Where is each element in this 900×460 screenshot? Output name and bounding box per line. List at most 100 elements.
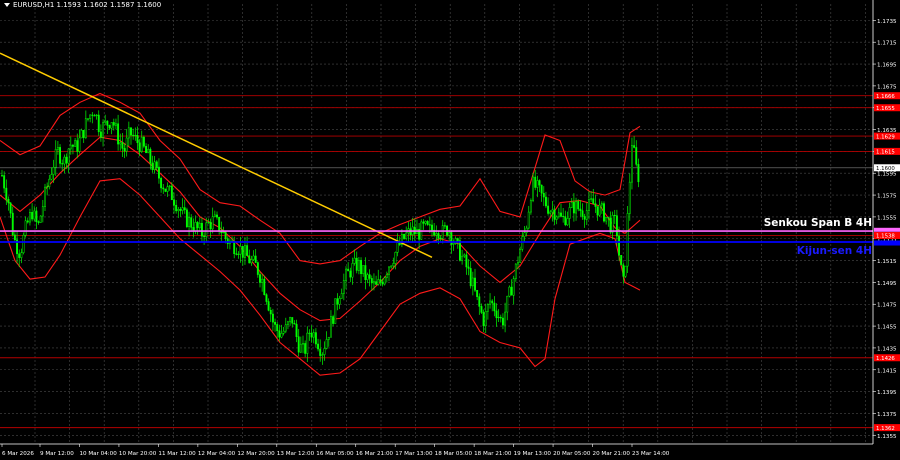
candle-body <box>609 217 612 233</box>
candle-body <box>76 140 79 152</box>
candle-body <box>600 203 603 206</box>
candle-body <box>312 332 315 338</box>
candle-body <box>506 295 509 313</box>
candle-body <box>65 156 68 164</box>
candle-body <box>618 235 620 256</box>
candle-body <box>185 209 188 228</box>
candle-body <box>338 298 341 305</box>
candle-body <box>353 257 356 264</box>
candle-body <box>362 265 365 275</box>
candle-body <box>198 222 201 229</box>
candle-body <box>213 214 216 217</box>
candle-body <box>13 234 16 241</box>
candle-body <box>179 208 182 211</box>
candle-body <box>201 222 203 237</box>
candle-body <box>82 129 85 138</box>
candle-body <box>177 208 180 212</box>
candle-body <box>570 201 573 208</box>
candle-body <box>209 222 212 230</box>
candle-body <box>620 255 623 266</box>
x-tick-label: 12 Mar 04:00 <box>198 451 236 457</box>
y-tick-label: 1.1595 <box>877 172 897 178</box>
candle-body <box>80 129 83 139</box>
candle-body <box>37 221 40 223</box>
candle-body <box>626 213 629 267</box>
candle-body <box>467 266 470 269</box>
candle-body <box>482 312 485 327</box>
y-tick-label: 1.1555 <box>877 215 897 221</box>
candle-body <box>463 254 466 257</box>
candle-body <box>426 221 429 225</box>
current-price-label: 1.1600 <box>876 166 895 172</box>
candle-body <box>308 332 311 334</box>
candle-body <box>456 238 459 241</box>
candle-body <box>357 260 360 271</box>
candle-body <box>183 207 186 211</box>
kijun-sen-label: Kijun-sen 4H <box>797 245 872 257</box>
price-chart[interactable]: Senkou Span B 4H Kijun-sen 4H 1.1735 1.171… <box>0 0 900 460</box>
candle-body <box>385 274 388 278</box>
candle-body <box>519 249 522 263</box>
candle-body <box>583 216 586 220</box>
candle-body <box>351 263 354 278</box>
y-tick-label: 1.1395 <box>877 390 897 396</box>
candle-body <box>551 209 554 213</box>
y-tick-label: 1.1475 <box>877 303 897 309</box>
candle-body <box>508 286 511 297</box>
candle-body <box>121 142 124 149</box>
candle-body <box>248 255 251 264</box>
candle-body <box>540 184 543 194</box>
candle-body <box>349 270 352 278</box>
candle-body <box>523 232 526 237</box>
candle-body <box>342 280 345 294</box>
level-price-label: 1.1655 <box>876 106 895 112</box>
candle-body <box>383 277 386 285</box>
candle-body <box>164 188 167 192</box>
dropdown-arrow-icon[interactable] <box>4 3 10 7</box>
candle-body <box>140 136 143 152</box>
candle-body <box>545 196 547 207</box>
candle-body <box>577 201 580 210</box>
candle-body <box>493 302 496 312</box>
candle-body <box>549 211 552 214</box>
candle-body <box>265 294 268 302</box>
candle-body <box>590 198 593 200</box>
candle-body <box>127 127 130 139</box>
candle-body <box>314 332 317 345</box>
candle-body <box>512 278 515 296</box>
y-tick-label: 1.1575 <box>877 194 897 200</box>
candle-body <box>252 255 255 260</box>
candle-body <box>67 148 70 164</box>
candle-body <box>224 231 227 239</box>
candle-body <box>529 200 532 213</box>
level-price-label: 1.1615 <box>876 150 895 156</box>
candle-body <box>437 233 440 239</box>
candle-body <box>319 348 322 356</box>
candle-body <box>469 268 472 287</box>
candle-body <box>31 212 34 220</box>
x-tick-label: 19 Mar 13:00 <box>514 451 552 457</box>
candle-body <box>56 147 59 150</box>
candle-body <box>267 301 270 311</box>
candle-body <box>502 317 504 326</box>
candle-body <box>624 265 627 277</box>
candle-body <box>628 181 631 214</box>
candle-body <box>607 217 610 219</box>
candle-body <box>181 207 184 211</box>
candle-body <box>452 243 455 245</box>
candle-body <box>325 339 328 349</box>
candle-body <box>594 203 597 207</box>
candle-body <box>310 332 313 338</box>
candle-body <box>355 257 358 271</box>
candle-body <box>297 336 300 353</box>
candle-body <box>26 220 29 223</box>
candle-body <box>611 214 614 233</box>
candle-body <box>218 216 221 232</box>
candle-body <box>59 147 61 164</box>
candle-body <box>155 161 158 168</box>
candle-body <box>360 260 363 275</box>
candle-body <box>555 216 558 220</box>
candle-body <box>147 148 150 154</box>
candle-body <box>237 253 240 255</box>
candle-body <box>377 279 380 285</box>
